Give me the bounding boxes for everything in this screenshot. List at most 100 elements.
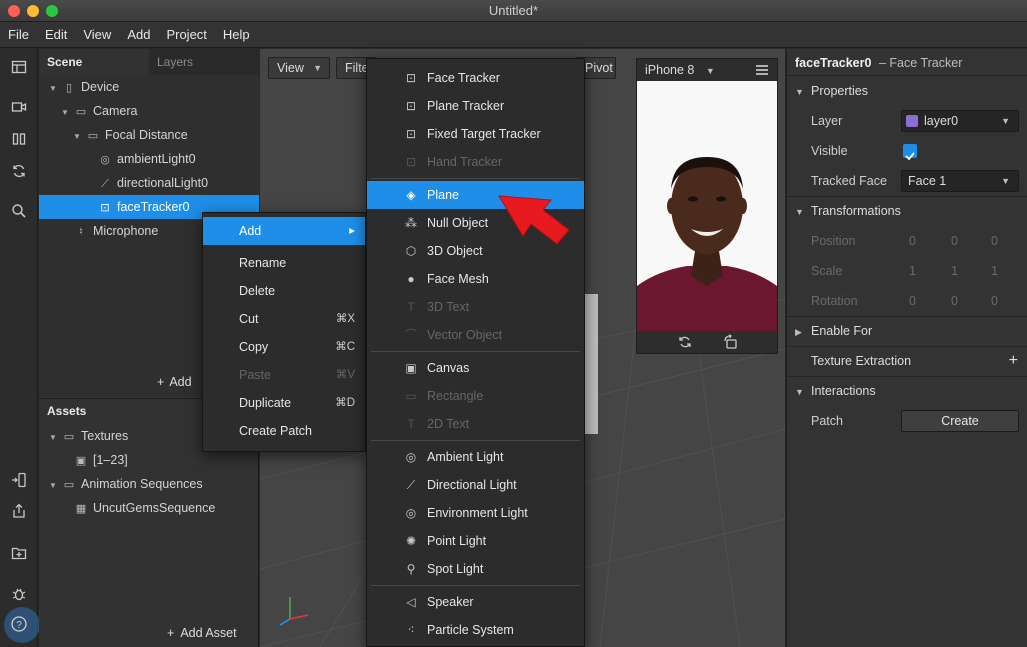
cube-icon: ⬡ bbox=[405, 244, 417, 258]
tracked-face-dropdown[interactable]: Face 1 ▼ bbox=[901, 170, 1019, 192]
caret-down-icon[interactable]: ▼ bbox=[49, 426, 61, 450]
tree-item[interactable]: ◎ ambientLight0 bbox=[39, 147, 259, 171]
context-menu-item-delete[interactable]: Delete bbox=[203, 277, 365, 305]
add-menu-item-face-mesh[interactable]: ● Face Mesh bbox=[367, 265, 584, 293]
tree-item[interactable]: ▼ ▯ Device bbox=[39, 75, 259, 99]
caret-down-icon[interactable]: ▼ bbox=[61, 101, 73, 125]
sync-icon[interactable] bbox=[8, 163, 30, 185]
properties-section[interactable]: ▼ Properties bbox=[787, 76, 1027, 106]
context-menu-item-paste: Paste ⌘V bbox=[203, 361, 365, 389]
transformations-section[interactable]: ▼ Transformations bbox=[787, 196, 1027, 226]
tree-item-label: Microphone bbox=[93, 224, 159, 238]
rotation-label: Rotation bbox=[811, 294, 858, 308]
add-menu-item-ambient-light[interactable]: ◎ Ambient Light bbox=[367, 443, 584, 471]
video-icon[interactable] bbox=[8, 99, 30, 121]
context-menu-item-cut[interactable]: Cut ⌘X bbox=[203, 305, 365, 333]
menu-edit[interactable]: Edit bbox=[37, 22, 75, 47]
layer-dropdown[interactable]: layer0 ▼ bbox=[901, 110, 1019, 132]
tool-strip: ? bbox=[0, 49, 40, 647]
menu-item-label: 2D Text bbox=[427, 417, 470, 431]
tree-item[interactable]: ▼ ▭ Camera bbox=[39, 99, 259, 123]
search-icon[interactable] bbox=[8, 203, 30, 225]
menu-item-label: Plane bbox=[427, 188, 459, 202]
add-menu-item-point-light[interactable]: ✺ Point Light bbox=[367, 527, 584, 555]
add-menu-item-spot-light[interactable]: ⚲ Spot Light bbox=[367, 555, 584, 583]
caret-down-icon[interactable]: ▼ bbox=[49, 474, 61, 498]
create-patch-button[interactable]: Create bbox=[901, 410, 1019, 432]
context-menu-item-add[interactable]: Add ▸ bbox=[203, 217, 365, 245]
add-menu-item-particle-system[interactable]: ⁖ Particle System bbox=[367, 616, 584, 644]
scale-label: Scale bbox=[811, 264, 843, 278]
tree-item[interactable]: ⟋ directionalLight0 bbox=[39, 171, 259, 195]
menu-help[interactable]: Help bbox=[215, 22, 258, 47]
tree-item[interactable]: ▦ UncutGemsSequence bbox=[39, 496, 259, 520]
position-z[interactable]: 0 bbox=[991, 226, 998, 256]
bug-icon[interactable] bbox=[8, 586, 30, 608]
tree-item[interactable]: ▼ ▭ Focal Distance bbox=[39, 123, 259, 147]
text-icon: T bbox=[407, 417, 415, 431]
menu-project[interactable]: Project bbox=[158, 22, 214, 47]
scale-y[interactable]: 1 bbox=[951, 256, 958, 286]
menu-view[interactable]: View bbox=[75, 22, 119, 47]
position-x[interactable]: 0 bbox=[909, 226, 916, 256]
interactions-section[interactable]: ▼ Interactions bbox=[787, 376, 1027, 406]
add-menu-item-face-tracker[interactable]: ⊡ Face Tracker bbox=[367, 64, 584, 92]
text-icon: T bbox=[407, 300, 415, 314]
rotation-y[interactable]: 0 bbox=[951, 286, 958, 316]
tab-layers[interactable]: Layers bbox=[149, 49, 259, 75]
context-menu-item-copy[interactable]: Copy ⌘C bbox=[203, 333, 365, 361]
visible-checkbox[interactable] bbox=[903, 144, 917, 161]
tracked-face-value: Face 1 bbox=[908, 174, 947, 188]
tree-item[interactable]: ▼ ▭ Animation Sequences bbox=[39, 472, 259, 496]
add-menu-item-fixed-target-tracker[interactable]: ⊡ Fixed Target Tracker bbox=[367, 120, 584, 148]
add-menu-item-canvas[interactable]: ▣ Canvas bbox=[367, 354, 584, 382]
caret-down-icon[interactable]: ▼ bbox=[49, 77, 61, 101]
context-menu-item-create-patch[interactable]: Create Patch bbox=[203, 417, 365, 445]
enable-for-section[interactable]: ▶ Enable For bbox=[787, 316, 1027, 346]
canvas-icon: ▣ bbox=[405, 361, 417, 375]
hamburger-menu-icon[interactable] bbox=[755, 62, 769, 78]
add-scene-object-button[interactable]: + Add bbox=[157, 375, 192, 389]
submenu-arrow-icon: ▸ bbox=[349, 225, 355, 237]
add-asset-button[interactable]: + Add Asset bbox=[167, 626, 237, 640]
caret-down-icon[interactable]: ▼ bbox=[73, 125, 85, 149]
menu-file[interactable]: File bbox=[0, 22, 37, 47]
flip-camera-icon[interactable] bbox=[677, 334, 693, 350]
chevron-down-icon: ▼ bbox=[705, 66, 715, 76]
share-icon[interactable] bbox=[8, 503, 30, 525]
device-select[interactable]: iPhone 8 ▼ bbox=[645, 59, 715, 82]
scale-x[interactable]: 1 bbox=[909, 256, 916, 286]
menu-item-label: Point Light bbox=[427, 534, 487, 548]
context-menu-item-rename[interactable]: Rename bbox=[203, 249, 365, 277]
caret-right-icon: ▶ bbox=[795, 327, 802, 337]
tab-scene[interactable]: Scene bbox=[39, 49, 149, 75]
context-menu-item-duplicate[interactable]: Duplicate ⌘D bbox=[203, 389, 365, 417]
help-icon[interactable]: ? bbox=[8, 615, 30, 637]
globe-icon: ◎ bbox=[100, 154, 110, 166]
add-menu-item-directional-light[interactable]: ⟋ Directional Light bbox=[367, 471, 584, 499]
plus-icon: + bbox=[157, 375, 165, 389]
folder-add-icon[interactable] bbox=[8, 545, 30, 567]
view-dropdown[interactable]: View ▼ bbox=[268, 57, 330, 79]
rotate-device-icon[interactable] bbox=[723, 334, 739, 350]
scale-z[interactable]: 1 bbox=[991, 256, 998, 286]
add-menu-item-speaker[interactable]: ◁ Speaker bbox=[367, 588, 584, 616]
add-menu-item-environment-light[interactable]: ◎ Environment Light bbox=[367, 499, 584, 527]
shortcut: ⌘X bbox=[335, 313, 355, 325]
device-import-icon[interactable] bbox=[8, 472, 30, 494]
add-menu-item-plane-tracker[interactable]: ⊡ Plane Tracker bbox=[367, 92, 584, 120]
menu-item-label: Add bbox=[239, 224, 262, 238]
rotation-x[interactable]: 0 bbox=[909, 286, 916, 316]
texture-extraction-title: Texture Extraction bbox=[811, 354, 912, 368]
title-bar: Untitled* bbox=[0, 0, 1027, 22]
view-label: View bbox=[277, 61, 304, 75]
position-y[interactable]: 0 bbox=[951, 226, 958, 256]
menu-bar: File Edit View Add Project Help bbox=[0, 22, 1027, 48]
columns-icon[interactable] bbox=[8, 131, 30, 153]
menu-item-label: Vector Object bbox=[427, 328, 503, 342]
menu-add[interactable]: Add bbox=[119, 22, 158, 47]
layout-icon[interactable] bbox=[8, 59, 30, 81]
menu-item-label: Copy bbox=[239, 340, 269, 354]
rotation-z[interactable]: 0 bbox=[991, 286, 998, 316]
plus-icon[interactable]: + bbox=[1009, 346, 1018, 376]
